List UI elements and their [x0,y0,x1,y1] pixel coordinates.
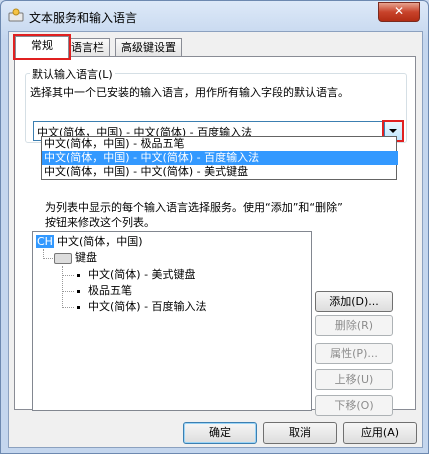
tab-language-bar[interactable]: 语言栏 [65,38,110,57]
dropdown-option[interactable]: 中文(简体，中国) - 极品五笔 [42,137,398,151]
tree-item-service[interactable]: 中文(简体) - 百度输入法 [77,299,207,315]
bullet-icon [77,289,80,293]
dropdown-option-selected[interactable]: 中文(简体，中国) - 中文(简体) - 百度输入法 [42,151,398,165]
tree-item-service[interactable]: 极品五笔 [77,283,132,299]
move-down-button[interactable]: 下移(O) [315,395,393,416]
installed-services-description-line1: 为列表中显示的每个输入语言选择服务。使用“添加”和“删除” [45,201,343,214]
bullet-icon [77,305,80,309]
move-up-button[interactable]: 上移(U) [315,369,393,390]
language-badge: CH [36,235,54,248]
tree-service-label: 中文(简体) - 美式键盘 [88,268,196,281]
tree-keyboard-label: 键盘 [75,251,97,264]
default-language-dropdown-list[interactable]: 中文(简体，中国) - 极品五笔 中文(简体，中国) - 中文(简体) - 百度… [41,136,398,180]
tab-general[interactable]: 常规 [13,34,71,60]
installed-services-description-line2: 按钮来修改这个列表。 [45,216,155,229]
properties-button[interactable]: 属性(P)... [315,343,393,364]
installed-services-description: 为列表中显示的每个输入语言选择服务。使用“添加”和“删除” 按钮来修改这个列表。 [45,200,405,230]
dropdown-option[interactable]: 中文(简体，中国) - 中文(简体) - 美式键盘 [42,165,398,179]
general-tab-panel: 默认输入语言(L) 选择其中一个已安装的输入语言，用作所有输入字段的默认语言。 … [14,56,416,416]
tree-item-service[interactable]: 中文(简体) - 美式键盘 [77,267,196,283]
keyboard-icon [54,252,72,264]
tab-advanced-key-settings[interactable]: 高级键设置 [115,38,182,57]
installed-services-tree[interactable]: CH 中文(简体，中国) 键盘 中文(简体) - 美式键盘 极品五笔 中文(简体… [32,231,312,411]
default-language-description: 选择其中一个已安装的输入语言，用作所有输入字段的默认语言。 [30,86,349,99]
dialog-client: 常规 语言栏 高级键设置 默认输入语言(L) 选择其中一个已安装的输入语言，用作… [8,31,423,448]
title-bar[interactable]: 文本服务和输入语言 ✕ [1,1,428,31]
add-button[interactable]: 添加(D)... [315,291,393,312]
apply-button[interactable]: 应用(A) [343,422,417,444]
dialog-window: 文本服务和输入语言 ✕ 常规 语言栏 高级键设置 默认输入语言(L) 选择其中一… [0,0,429,454]
text-services-icon [8,8,24,22]
tree-language-label: 中文(简体，中国) [56,235,143,248]
close-button[interactable]: ✕ [378,2,420,22]
tree-item-keyboard[interactable]: 键盘 [54,250,97,266]
remove-button[interactable]: 删除(R) [315,315,393,336]
bullet-icon [77,273,80,277]
window-title: 文本服务和输入语言 [29,11,138,25]
ok-button[interactable]: 确定 [183,422,257,444]
tree-service-label: 中文(简体) - 百度输入法 [88,300,207,313]
tree-item-language[interactable]: CH 中文(简体，中国) [36,234,143,250]
chevron-down-icon [389,129,397,133]
tree-service-label: 极品五笔 [88,284,132,297]
cancel-button[interactable]: 取消 [263,422,337,444]
default-language-legend: 默认输入语言(L) [30,66,115,82]
